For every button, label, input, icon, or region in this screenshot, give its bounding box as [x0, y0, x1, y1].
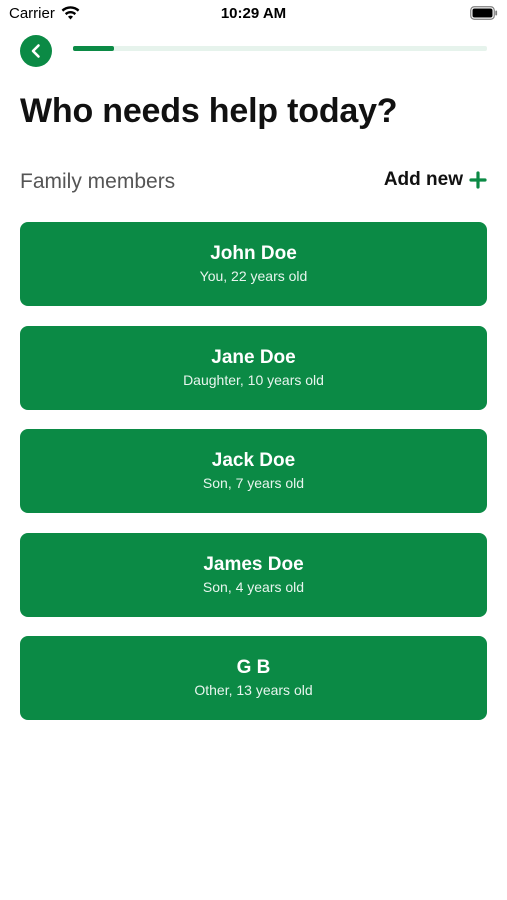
progress-bar: [73, 46, 487, 51]
member-card[interactable]: G B Other, 13 years old: [20, 636, 487, 720]
section-label: Family members: [20, 170, 176, 193]
page-title: Who needs help today?: [20, 92, 398, 130]
add-new-label: Add new: [383, 169, 463, 190]
member-name: John Doe: [210, 243, 297, 264]
member-description: Son, 7 years old: [202, 475, 305, 491]
plus-icon: [469, 171, 487, 189]
member-name: Jane Doe: [211, 346, 296, 368]
chevron-left-icon: [31, 44, 40, 58]
status-bar: Carrier 10:29 AM: [0, 0, 507, 28]
member-description: Other, 13 years old: [194, 682, 313, 698]
member-description: Daughter, 10 years old: [183, 371, 324, 388]
member-card[interactable]: John Doe You, 22 years old: [20, 222, 487, 306]
battery-icon: [470, 6, 498, 20]
progress-bar-fill: [73, 46, 115, 51]
clock: 10:29 AM: [220, 5, 287, 22]
back-button[interactable]: [20, 35, 52, 67]
member-description: Son, 4 years old: [202, 578, 305, 595]
member-name: Jack Doe: [211, 450, 296, 471]
member-description: You, 22 years old: [199, 268, 308, 284]
member-name: G B: [236, 657, 271, 678]
member-name: James Doe: [203, 553, 304, 575]
member-card[interactable]: James Doe Son, 4 years old: [20, 532, 487, 617]
member-card[interactable]: Jack Doe Son, 7 years old: [20, 429, 487, 513]
member-card[interactable]: Jane Doe Daughter, 10 years old: [20, 325, 487, 410]
screen: Carrier 10:29 AM Who needs help today? F…: [0, 0, 507, 900]
add-new-button[interactable]: Add new: [384, 169, 487, 191]
member-list: John Doe You, 22 years old Jane Doe Daug…: [20, 222, 487, 740]
